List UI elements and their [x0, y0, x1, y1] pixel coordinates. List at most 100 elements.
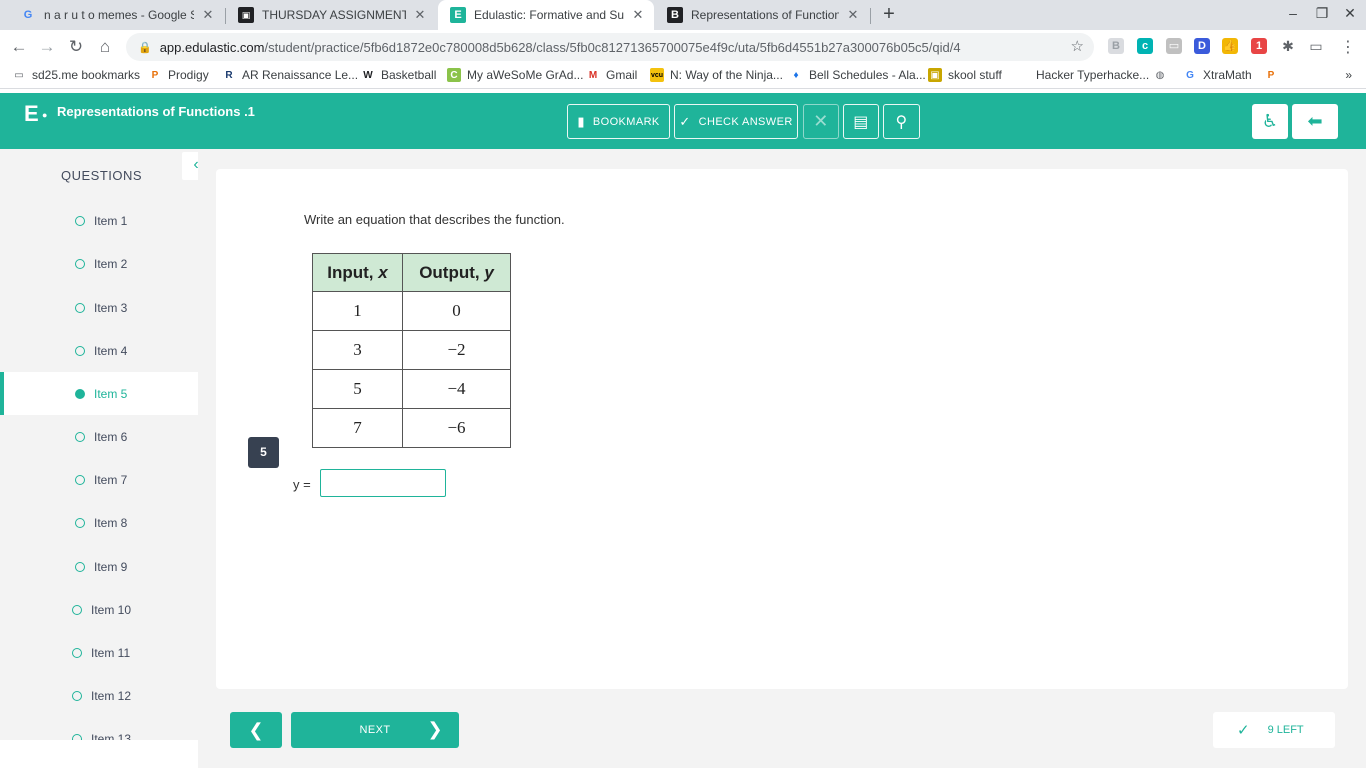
bookmark-item[interactable]: P Prodigy	[148, 68, 209, 82]
table-row: 10	[312, 291, 511, 331]
sidebar-item-12[interactable]: Item 12	[0, 674, 198, 717]
bookmark-item[interactable]: M Gmail	[586, 68, 638, 82]
new-tab-button[interactable]: +	[878, 4, 900, 26]
bookmark-item[interactable]: R AR Renaissance Le...	[222, 68, 358, 82]
bookmark-button[interactable]: ▮ BOOKMARK	[567, 104, 670, 139]
close-icon[interactable]: ✕	[412, 7, 428, 23]
status-circle-icon	[72, 604, 82, 615]
extension-window-icon[interactable]: ▭	[1166, 38, 1182, 54]
bookmark-item[interactable]: Hacker Typerhacke...	[1016, 68, 1149, 82]
check-answer-label: CHECK ANSWER	[698, 115, 793, 128]
zoom-button[interactable]: ⚲	[883, 104, 920, 139]
status-circle-icon	[75, 561, 85, 572]
next-button-label: NEXT	[359, 724, 391, 736]
chevron-left-icon: ❮	[248, 719, 264, 740]
reload-icon[interactable]: ↻	[65, 36, 87, 58]
answer-input[interactable]	[320, 469, 446, 497]
bookmark-label: skool stuff	[948, 68, 1002, 82]
sidebar-item-label: Item 12	[91, 688, 132, 703]
check-answer-button[interactable]: ✓ CHECK ANSWER	[674, 104, 798, 139]
extension-b-icon[interactable]: B	[1108, 38, 1124, 54]
status-circle-icon	[75, 258, 85, 269]
sidebar-item-9[interactable]: Item 9	[0, 545, 198, 588]
extension-badge-icon[interactable]: 1	[1251, 38, 1267, 54]
table-cell: −4	[402, 369, 511, 409]
sidebar-item-5[interactable]: Item 5	[0, 372, 198, 415]
browser-tab-edulastic[interactable]: E Edulastic: Formative and Summative ✕	[438, 0, 654, 30]
question-number-badge: 5	[248, 437, 279, 468]
bookmark-item[interactable]: W Basketball	[361, 68, 436, 82]
browser-tab-assignment[interactable]: ▣ THURSDAY ASSIGNMENT: Representations ✕	[226, 0, 436, 30]
bookmark-item[interactable]: P	[1264, 68, 1284, 82]
home-icon[interactable]: ⌂	[94, 36, 116, 58]
sidebar-item-6[interactable]: Item 6	[0, 415, 198, 458]
extension-c-icon[interactable]: c	[1137, 38, 1153, 54]
forward-arrow-icon[interactable]: →	[36, 36, 58, 58]
sidebar-item-label: Item 6	[94, 429, 128, 444]
bookmark-item[interactable]: ▣ skool stuff	[928, 68, 1002, 82]
sidebar-item-7[interactable]: Item 7	[0, 458, 198, 501]
sidebar-item-8[interactable]: Item 8	[0, 501, 198, 544]
scratchpad-button[interactable]: ▤	[843, 104, 879, 139]
extension-thumb-icon[interactable]: 👍	[1222, 38, 1238, 54]
bookmark-item[interactable]: ◍	[1153, 68, 1173, 82]
sidebar-item-2[interactable]: Item 2	[0, 242, 198, 285]
puzzle-icon[interactable]: ✱	[1280, 38, 1296, 54]
globe-icon: ◍	[1155, 69, 1165, 81]
sidebar-item-11[interactable]: Item 11	[0, 631, 198, 674]
status-circle-icon	[72, 733, 82, 740]
address-bar[interactable]: 🔒 app.edulastic.com/student/practice/5fb…	[126, 33, 1094, 61]
bookmark-item[interactable]: vcu N: Way of the Ninja...	[650, 68, 783, 82]
sidebar-item-3[interactable]: Item 3	[0, 286, 198, 329]
cast-icon[interactable]: ▭	[1308, 38, 1324, 54]
classroom-c-icon: C	[447, 68, 461, 82]
sidebar-item-label: Item 4	[94, 343, 128, 358]
previous-button[interactable]: ❮	[230, 712, 282, 748]
bookmark-item[interactable]: G XtraMath	[1183, 68, 1252, 82]
window-close-icon[interactable]: ✕	[1340, 5, 1360, 22]
question-prompt: Write an equation that describes the fun…	[304, 212, 565, 227]
chevron-right-icon: ❯	[427, 719, 443, 739]
classroom-icon: ▣	[238, 7, 254, 23]
bookmarks-overflow-button[interactable]: »	[1345, 68, 1352, 82]
close-icon[interactable]: ✕	[630, 7, 646, 23]
questions-sidebar: QUESTIONS Item 1 Item 2 Item 3 Item 4 Item 5…	[0, 149, 198, 740]
browser-tab-representations[interactable]: B Representations of Functions .1 ✕	[655, 0, 869, 30]
sidebar-item-10[interactable]: Item 10	[0, 588, 198, 631]
sidebar-item-13[interactable]: Item 13	[0, 717, 198, 740]
bookmark-item[interactable]: ♦ Bell Schedules - Ala...	[789, 68, 926, 82]
next-button[interactable]: NEXT ❯	[291, 712, 459, 748]
bookmark-label: sd25.me bookmarks	[32, 68, 141, 82]
scratchpad-icon: ▤	[853, 113, 869, 131]
close-icon[interactable]: ✕	[200, 7, 216, 23]
close-icon[interactable]: ✕	[845, 7, 861, 23]
minimize-icon[interactable]: –	[1283, 5, 1303, 21]
extension-d-icon[interactable]: D	[1194, 38, 1210, 54]
questions-left-badge: ✓ 9 LEFT	[1213, 712, 1335, 748]
accessibility-button[interactable]: ♿	[1252, 104, 1288, 139]
bookmark-b-icon: B	[667, 7, 683, 23]
bookmark-item[interactable]: C My aWeSoMe GrAd...	[447, 68, 583, 82]
header-text: Input,	[327, 262, 379, 282]
sidebar-item-4[interactable]: Item 4	[0, 329, 198, 372]
browser-tab-google[interactable]: G n a r u t o memes - Google Search ✕	[8, 0, 224, 30]
sidebar-item-1[interactable]: Item 1	[0, 199, 198, 242]
bookmark-item[interactable]: ▭ sd25.me bookmarks	[12, 68, 140, 82]
star-icon[interactable]: ☆	[1071, 37, 1084, 55]
status-circle-icon	[75, 302, 85, 313]
tab-title: n a r u t o memes - Google Search	[44, 8, 194, 22]
prodigy-icon: P	[151, 69, 159, 81]
back-arrow-icon[interactable]: ←	[8, 36, 30, 58]
status-circle-icon	[75, 431, 85, 442]
bookmark-label: Bell Schedules - Ala...	[809, 68, 926, 82]
pin-icon: ♦	[793, 69, 799, 81]
vcu-icon: vcu	[650, 68, 664, 82]
bookmark-label: Basketball	[381, 68, 437, 82]
status-circle-icon	[75, 474, 85, 485]
edulastic-logo[interactable]: E	[24, 101, 39, 127]
clear-answer-button[interactable]: ✕	[803, 104, 839, 139]
restore-icon[interactable]: ❐	[1312, 5, 1332, 22]
url-path: /student/practice/5fb6d1872e0c780008d5b6…	[264, 39, 961, 55]
more-vert-icon[interactable]: ⋮	[1340, 37, 1356, 57]
exit-button[interactable]: ⬅	[1292, 104, 1338, 139]
